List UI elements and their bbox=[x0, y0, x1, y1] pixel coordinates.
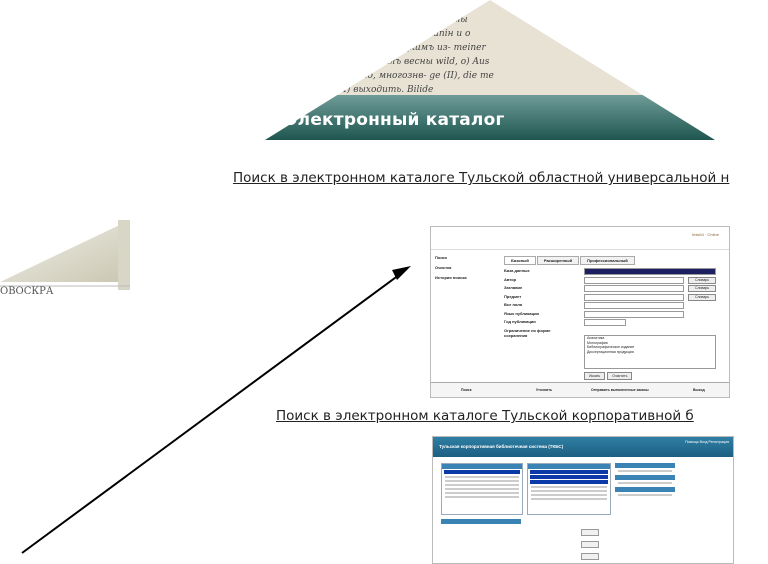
field-input bbox=[584, 310, 684, 318]
field-label: Автор bbox=[504, 276, 517, 282]
texture-line: го мы bbox=[440, 15, 468, 25]
screenshot-header-links: Помощь Вход Регистрация bbox=[685, 440, 729, 444]
screenshot-sidebar: Поиск Очистка История поиска bbox=[435, 255, 495, 285]
texture-line: сновнаго, многознв- ge (II), die me bbox=[330, 70, 494, 81]
screenshot-form: База данных Автор Словарь Заглавие Словарь… bbox=[504, 267, 724, 343]
sidebar-item: История поиска bbox=[435, 275, 467, 280]
storage-form-list: Аналитика Монография Библиографическое и… bbox=[584, 335, 716, 369]
search-button: Искать bbox=[584, 372, 606, 380]
field-label: Все поля bbox=[504, 302, 523, 307]
dictionary-button: Словарь bbox=[688, 276, 716, 284]
screenshot-side-panel bbox=[615, 463, 675, 513]
screenshot-title: Тульская корпоративная библиотечная сист… bbox=[439, 444, 564, 449]
texture-line: Вызвалъ весны wild, о) Aus bbox=[359, 56, 490, 67]
sidebar-item: Поиск bbox=[435, 255, 448, 260]
footer-item: Выход bbox=[693, 388, 705, 392]
footer-item: Поиск bbox=[461, 388, 472, 392]
clear-button: Очистить bbox=[607, 372, 633, 380]
catalog-banner-title: Электронный каталог bbox=[285, 110, 505, 130]
texture-line: омецкимъ из- meiner bbox=[385, 43, 486, 53]
screenshot-button bbox=[581, 553, 599, 560]
tab: Расширенный bbox=[536, 256, 580, 265]
screenshot-button bbox=[581, 541, 599, 548]
form-buttons: Искать Очистить bbox=[584, 372, 634, 380]
field-input bbox=[584, 302, 684, 309]
texture-line: корня (II) выходить. Bilide bbox=[305, 84, 433, 95]
screenshot-header: Тульская корпоративная библиотечная сист… bbox=[433, 437, 733, 457]
screenshot-footer: Поиск Уточнить Отправить выполненные зак… bbox=[431, 382, 729, 397]
tab: Профессиональный bbox=[580, 256, 635, 265]
sidebar-item: Очистка bbox=[435, 265, 452, 270]
dictionary-button: Словарь bbox=[688, 293, 716, 301]
screenshot-header: Irbis64 · Online bbox=[431, 227, 729, 250]
field-label: Ограничение по форме сохранения bbox=[504, 327, 551, 338]
footer-item: Уточнить bbox=[536, 388, 553, 392]
screenshot-brand: Irbis64 · Online bbox=[691, 232, 719, 237]
field-input bbox=[584, 293, 684, 301]
regional-catalog-search-link[interactable]: Поиск в электронном каталоге Тульской об… bbox=[233, 170, 768, 186]
dictionary-button: Словарь bbox=[688, 285, 716, 292]
field-label: Год публикации bbox=[504, 319, 536, 324]
screenshot-button bbox=[581, 529, 599, 536]
corporate-catalog-screenshot[interactable]: Тульская корпоративная библиотечная сист… bbox=[432, 436, 734, 564]
footer-item: Отправить выполненные заказы bbox=[591, 388, 649, 392]
field-input bbox=[584, 268, 716, 275]
field-label: Предмет bbox=[504, 293, 522, 299]
field-label: Язык публикации bbox=[504, 310, 540, 316]
field-input bbox=[584, 319, 626, 326]
tab: Базовый bbox=[504, 256, 536, 265]
screenshot-panel bbox=[527, 463, 611, 515]
screenshot-tabs: Базовый Расширенный Профессиональный bbox=[504, 256, 636, 265]
field-input bbox=[584, 276, 684, 284]
list-item: Диссертационная продукция bbox=[587, 349, 634, 354]
field-label: Заглавие bbox=[504, 285, 523, 290]
texture-line: ермапін и о bbox=[415, 29, 471, 39]
cropped-fragment-text: ОВОСКРА bbox=[0, 286, 54, 297]
field-input bbox=[584, 285, 684, 292]
screenshot-section-bar bbox=[441, 519, 521, 524]
corporate-catalog-search-link[interactable]: Поиск в электронном каталоге Тульской ко… bbox=[276, 408, 736, 424]
regional-catalog-screenshot[interactable]: Irbis64 · Online Поиск Очистка История п… bbox=[430, 226, 730, 398]
screenshot-panel bbox=[441, 463, 523, 515]
field-label: База данных bbox=[504, 268, 530, 273]
